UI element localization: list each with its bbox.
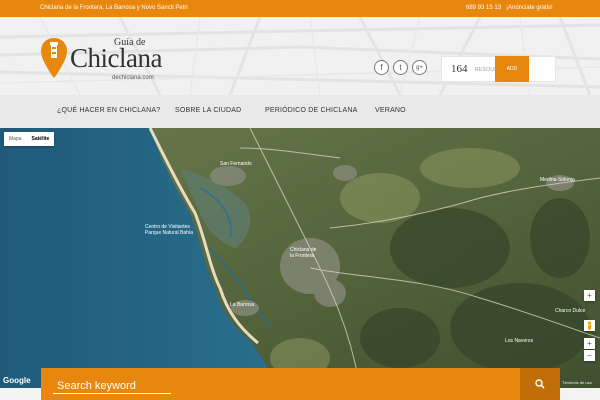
map-type-satelite-button[interactable]: Satélite [27,132,55,146]
resources-count: 164 [451,63,468,75]
map-type-mapa-button[interactable]: Mapa [4,132,27,146]
resources-widget: 164 RESOURCES ADD [441,56,556,82]
top-bar: Chiclana de la Frontera, La Barrosa y No… [0,0,600,17]
fullscreen-control[interactable]: + [584,290,595,301]
search-input[interactable] [53,378,171,394]
map-label-centro-2: Parque Natural Bahía [145,230,193,236]
main-nav: ¿QUÉ HACER EN CHICLANA? SOBRE LA CIUDAD … [0,95,600,128]
facebook-icon[interactable]: f [374,60,389,75]
logo-brand-text: Chiclana [70,43,162,73]
search-button[interactable] [520,368,560,400]
map-label-san-fernando: San Fernando [220,161,252,167]
map-label-charco: Charco Dulce [555,308,586,314]
zoom-out-button[interactable]: − [584,350,595,361]
google-logo: Google [3,376,31,385]
site-logo[interactable]: Guía de Chiclana dechiclana.com [40,37,162,87]
nav-item-sobre-ciudad[interactable]: SOBRE LA CIUDAD [175,107,241,114]
pegman-figure-icon [587,321,592,330]
add-resource-button[interactable]: ADD [495,56,529,82]
advertise-link[interactable]: ¡Anúnciate gratis! [506,5,553,11]
pegman-icon[interactable] [584,320,595,331]
search-icon [535,379,545,389]
street-view-icon: + [587,291,592,300]
zoom-in-button[interactable]: + [584,338,595,349]
nav-item-periodico[interactable]: PERIÓDICO DE CHICLANA [265,107,358,114]
search-bar [41,368,560,400]
map-terms-link[interactable]: Términos de uso [562,380,592,385]
map-label-barrosa: La Barrosa [230,302,255,308]
nav-item-verano[interactable]: VERANO [375,107,406,114]
twitter-icon[interactable]: t [393,60,408,75]
map-label-chiclana-2: la Frontera [290,253,314,259]
google-plus-icon[interactable]: g+ [412,60,427,75]
nav-item-que-hacer[interactable]: ¿QUÉ HACER EN CHICLANA? [57,107,160,114]
map-label-los-naveros: Los Naveros [505,338,534,344]
top-bar-address: Chiclana de la Frontera, La Barrosa y No… [40,5,188,11]
map-imagery: San Fernando Centro de Visitantes Parque… [0,128,600,388]
map-label-medina: Medina-Sidonia [540,177,575,183]
logo-domain-text: dechiclana.com [112,75,154,81]
satellite-map[interactable]: San Fernando Centro de Visitantes Parque… [0,128,600,388]
lighthouse-pin-icon [41,38,67,78]
map-type-control: Mapa Satélite [4,132,55,146]
site-header: Guía de Chiclana dechiclana.com f t g+ 1… [0,17,600,95]
top-bar-phone[interactable]: 689 93 15 13 [466,5,501,11]
